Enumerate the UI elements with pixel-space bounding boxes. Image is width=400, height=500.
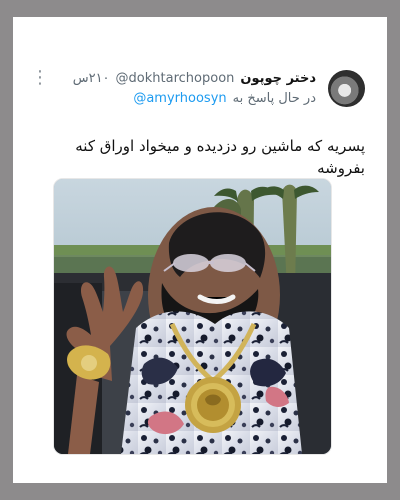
tweet-header: دختر چوپون @dokhtarchopoon ۲۱۰س ⋮ در حال… — [25, 69, 365, 132]
author-meta: دختر چوپون @dokhtarchopoon ۲۱۰س — [73, 71, 316, 86]
tweet-text: پسریه که ماشین رو دزدیده و میخواد اوراق … — [75, 137, 365, 177]
tweet-image[interactable] — [53, 178, 332, 455]
username[interactable]: @dokhtarchopoon — [116, 71, 235, 86]
reply-prefix: در حال پاسخ به — [232, 91, 316, 106]
tweet-image-illustration — [54, 179, 331, 454]
more-options-icon[interactable]: ⋮ — [31, 69, 49, 87]
tweet-card: دختر چوپون @dokhtarchopoon ۲۱۰س ⋮ در حال… — [13, 17, 387, 483]
display-name[interactable]: دختر چوپون — [240, 71, 316, 86]
reply-context: در حال پاسخ به @amyrhoosyn — [133, 91, 316, 106]
profile-avatar[interactable] — [328, 70, 365, 107]
reply-handle[interactable]: @amyrhoosyn — [133, 91, 226, 106]
timestamp[interactable]: ۲۱۰س — [73, 71, 110, 86]
